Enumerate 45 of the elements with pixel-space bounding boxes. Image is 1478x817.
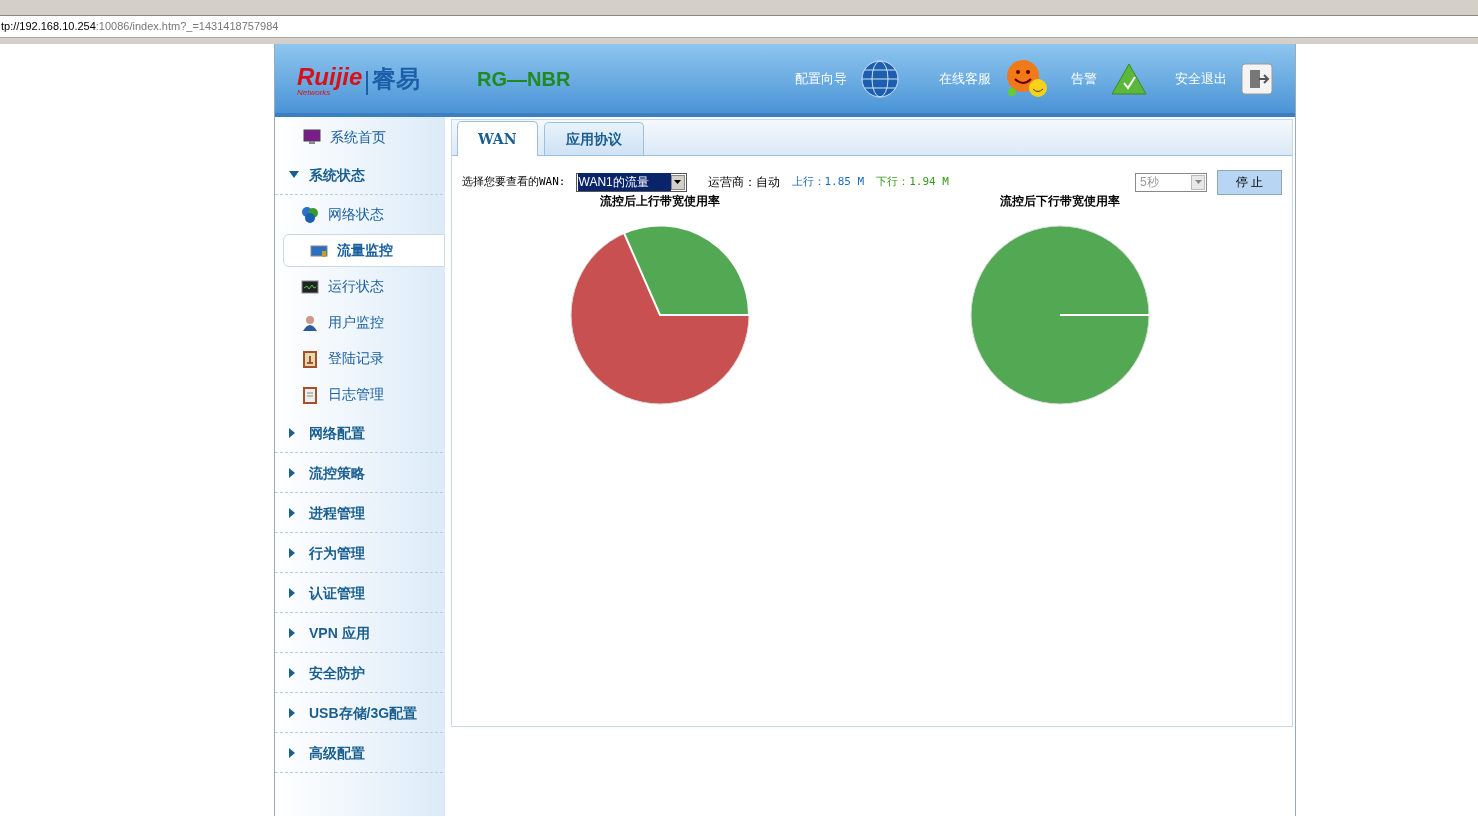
stop-button[interactable]: 停 止 [1217,169,1282,195]
nav-item[interactable]: 登陆记录 [275,342,445,375]
clipboard-icon [301,349,319,368]
check-triangle-icon [1111,62,1147,95]
carrier-text: 运营商：自动 [707,174,780,191]
globes-icon [301,205,319,224]
logo-text: 睿易 [372,63,421,94]
nav-item[interactable]: 运行状态 [275,270,445,303]
caret-down-icon [674,180,681,184]
globe-icon [861,59,899,98]
nav-group[interactable]: 网络配置 [309,422,365,444]
tab[interactable]: 应用协议 [543,122,644,155]
chart-title: 流控后下行带宽使用率 [1000,193,1120,210]
wan-select[interactable]: WAN1的流量 [575,172,687,192]
address-field[interactable]: tp://192.168.10.254:10086/index.htm?_=1431418757984 [0,18,279,35]
tab[interactable]: WAN [457,121,538,156]
upstream-text: 上行：1.85 M [791,173,865,190]
nav-group[interactable]: 行为管理 [309,542,365,564]
nav-link[interactable]: 系统首页 [330,126,386,148]
nav-group[interactable]: USB存储/3G配置 [309,702,418,724]
caret-down-icon [1194,180,1202,184]
chart-title: 流控后上行带宽使用率 [600,193,720,210]
logo-subtext: Networks [297,88,331,97]
nav-group[interactable]: 认证管理 [309,582,365,604]
notepad-icon [301,385,319,404]
logo-text: Ruijie [297,64,363,89]
nav-group[interactable]: 流控策略 [309,462,365,484]
nav-item[interactable]: 用户监控 [275,306,445,339]
downstream-text: 下行：1.94 M [876,173,949,190]
nav-group[interactable]: 高级配置 [309,742,365,764]
exit-door-icon [1241,62,1273,95]
nav-item[interactable]: 网络状态 [275,198,445,231]
chart-screen-icon [301,277,319,296]
person-icon [301,313,319,332]
nav-item[interactable]: 日志管理 [275,378,445,411]
nav-group[interactable]: VPN 应用 [309,622,370,644]
nav-group[interactable]: 系统状态 [309,164,365,186]
wan-label: 选择您要查看的WAN: [462,173,566,190]
monitor-icon [303,128,321,146]
product-name: RG—NBR [477,66,571,92]
nav-item[interactable]: 流量监控 [283,234,445,267]
logo-divider [366,70,369,95]
nav-group[interactable]: 进程管理 [309,502,365,524]
nav-group[interactable]: 安全防护 [309,662,365,684]
smiley-icon [1005,58,1049,99]
